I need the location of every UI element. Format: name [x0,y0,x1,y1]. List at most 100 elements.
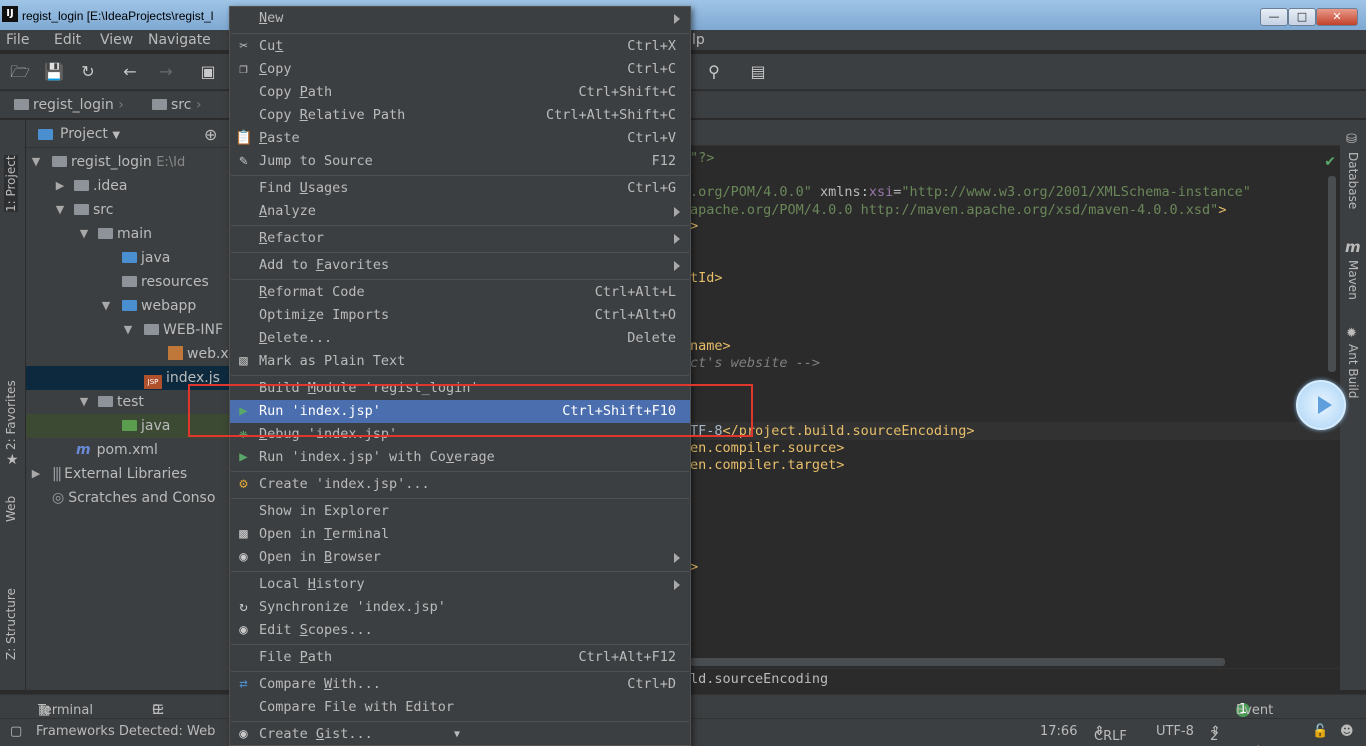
breadcrumb-src[interactable]: src › [152,97,202,113]
menu-item-open-in-browser[interactable]: ◉ Open in Browser [230,546,690,569]
lock-icon[interactable]: 🔓 [1312,724,1328,739]
menu-item-edit-scopes[interactable]: ◉ Edit Scopes... [230,619,690,642]
tool-tab-favorites[interactable]: 2: Favorites [4,380,18,450]
tree-node-web-inf[interactable]: ▼ WEB-INF [26,318,230,342]
tool-tab-maven[interactable]: Maven [1346,260,1360,300]
menu-item-analyze[interactable]: Analyze [230,200,690,223]
tree-label: WEB-INF [163,322,223,338]
mnemonic-letter: H [307,576,316,592]
menu-item-copy[interactable]: ❐ Copy Ctrl+C [230,58,690,81]
tool-tab-database[interactable]: Database [1346,152,1360,209]
tree-node-webapp[interactable]: ▼ webapp [26,294,230,318]
menu-item-open-in-terminal[interactable]: ▩ Open in Terminal [230,523,690,546]
menu-view[interactable]: View [100,32,133,48]
editor-vertical-scrollbar[interactable] [1328,176,1336,372]
tree-node-pom-xml[interactable]: m pom.xml [26,438,230,462]
floating-run-button[interactable] [1296,380,1346,430]
menu-separator [231,375,689,376]
save-icon[interactable]: 💾 [44,62,64,82]
menu-file[interactable]: File [6,32,29,48]
tree-node-main[interactable]: ▼ main [26,222,230,246]
tree-node-idea[interactable]: ▶ .idea [26,174,230,198]
menu-help-fragment[interactable]: lp [692,32,705,48]
menu-item-run-with-coverage[interactable]: ▶ Run 'index.jsp' with Coverage [230,446,690,469]
menu-item-compare-file-with-editor[interactable]: Compare File with Editor [230,696,690,719]
scratches-icon: ◎ [52,490,65,506]
menu-item-refactor[interactable]: Refactor [230,227,690,250]
menu-item-copy-path[interactable]: Copy Path Ctrl+Shift+C [230,81,690,104]
menu-item-optimize-imports[interactable]: Optimize Imports Ctrl+Alt+O [230,304,690,327]
tool-tab-project[interactable]: 1: Project [4,155,18,212]
menu-item-paste[interactable]: 📋 Paste Ctrl+V [230,127,690,150]
tree-label: .idea [93,178,128,194]
project-view-selector[interactable]: Project ▼ [60,126,120,142]
menu-shortcut: Ctrl+D [627,676,676,692]
editor-horizontal-scrollbar[interactable] [690,658,1225,666]
open-folder-icon[interactable]: 🗁 [10,62,30,82]
menu-label: Optimize Imports [259,307,390,323]
presentation-icon[interactable]: ▤ [748,62,768,82]
xml-breadcrumb-label[interactable]: ld.sourceEncoding [690,671,828,687]
menu-item-mark-as-plain-text[interactable]: ▧ Mark as Plain Text [230,350,690,373]
back-arrow-icon[interactable]: ← [120,62,140,82]
menu-item-cut[interactable]: ✂ Cut Ctrl+X [230,35,690,58]
code-token: xsi [868,184,894,200]
menu-item-delete[interactable]: Delete... Delete [230,327,690,350]
menu-item-create-gist[interactable]: ◉ Create Gist... ▼ [230,723,690,745]
menu-item-show-in-explorer[interactable]: Show in Explorer [230,500,690,523]
tree-label: src [93,202,114,218]
tool-tab-ant-build[interactable]: Ant Build [1346,344,1360,398]
tree-node-src[interactable]: ▼ src [26,198,230,222]
menu-item-synchronize[interactable]: ↻ Synchronize 'index.jsp' [230,596,690,619]
tree-node-regist-login[interactable]: ▼ regist_login E:\Id [26,150,230,174]
menu-item-jump-to-source[interactable]: ✎ Jump to Source F12 [230,150,690,173]
status-encoding[interactable]: UTF-8 [1156,724,1194,739]
menu-item-file-path[interactable]: File Path Ctrl+Alt+F12 [230,646,690,669]
tool-tab-structure[interactable]: Z: Structure [4,588,18,660]
menu-label: Create 'index.jsp'... [259,476,430,492]
forward-arrow-icon[interactable]: → [156,62,176,82]
tree-node-external-libraries[interactable]: ▶ ||| External Libraries [26,462,230,486]
scroll-down-arrow-icon[interactable]: ▼ [454,723,460,745]
menu-item-local-history[interactable]: Local History [230,573,690,596]
maximize-button[interactable]: □ [1288,8,1316,26]
code-token: apache.org/POM/4.0.0 http://maven.apache… [690,202,1219,218]
tab-label: Terminal [38,703,93,718]
menu-item-copy-relative-path[interactable]: Copy Relative Path Ctrl+Alt+Shift+C [230,104,690,127]
mnemonic-letter: T [324,526,333,542]
run-config-icon[interactable]: ▣ [198,62,218,82]
tree-node-resources[interactable]: resources [26,270,230,294]
menu-item-compare-with[interactable]: ⇄ Compare With... Ctrl+D [230,673,690,696]
menu-item-new[interactable]: New [230,7,690,30]
tree-node-scratches[interactable]: ◎ Scratches and Conso [26,486,230,510]
inspector-icon[interactable]: ☻ [1340,724,1354,739]
search-icon[interactable]: ⚲ [704,62,724,82]
code-token: en.compiler.target> [690,457,845,473]
sync-icon[interactable]: ↻ [78,62,98,82]
menu-item-add-to-favorites[interactable]: Add to Favorites [230,254,690,277]
close-window-button[interactable]: ✕ [1316,8,1358,26]
breadcrumb-project[interactable]: regist_login › [14,97,124,113]
menu-item-reformat-code[interactable]: Reformat Code Ctrl+Alt+L [230,281,690,304]
locate-crosshair-icon[interactable]: ⊕ [204,125,217,144]
status-indent[interactable]: 2 spaces* ⇕ [1210,724,1261,746]
code-line: .org/POM/4.0.0" xmlns:xsi="http://www.w3… [690,184,1251,201]
menu-navigate[interactable]: Navigate [148,32,211,48]
tool-tab-web[interactable]: Web [4,496,18,522]
menu-edit[interactable]: Edit [54,32,81,48]
menu-shortcut: Ctrl+G [627,180,676,196]
status-caret-position[interactable]: 17:66 [1040,724,1077,739]
status-line-separator[interactable]: CRLF ⇕ [1094,724,1127,744]
tree-node-web-xml[interactable]: web.x [26,342,230,366]
code-token: tId> [690,270,723,286]
code-editor[interactable]: "?> .org/POM/4.0.0" xmlns:xsi="http://ww… [690,120,1340,690]
test-folder-icon [122,420,137,431]
minimize-button[interactable]: — [1260,8,1288,26]
status-frameworks-message[interactable]: Frameworks Detected: Web [36,724,215,739]
menu-item-find-usages[interactable]: Find Usages Ctrl+G [230,177,690,200]
folder-icon [98,396,113,407]
menu-separator [231,279,689,280]
tree-node-java-main[interactable]: java [26,246,230,270]
project-context-menu: New ✂ Cut Ctrl+X ❐ Copy Ctrl+C Copy Path Ctrl… [229,6,691,746]
menu-item-create-run-config[interactable]: ⚙ Create 'index.jsp'... [230,473,690,496]
